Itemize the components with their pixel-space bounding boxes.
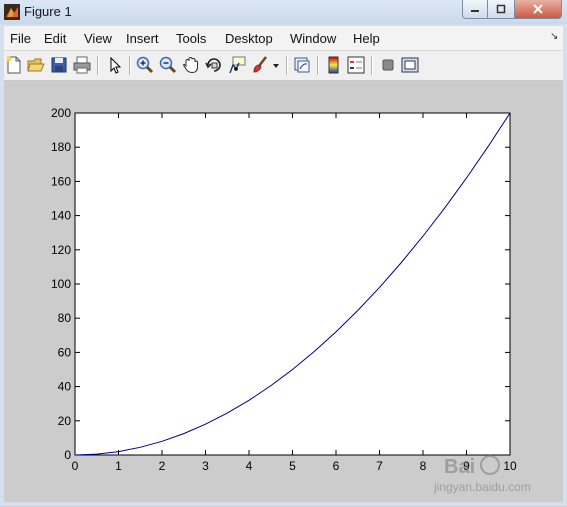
watermark-main: Bai [444,456,475,478]
y-tick-label: 20 [58,414,72,428]
menu-window[interactable]: Window [290,31,336,46]
menu-view[interactable]: View [84,31,112,46]
toolbar-separator [371,56,372,75]
hide-plot-tools-icon[interactable] [378,55,398,75]
x-tick-label: 6 [333,459,340,473]
menu-dock-arrow-icon[interactable]: ↘ [550,31,558,42]
paw-icon [480,455,500,475]
select-arrow-icon[interactable] [105,55,125,75]
figure-toolbar [4,51,563,81]
x-tick-label: 4 [246,459,253,473]
menu-bar: File Edit View Insert Tools Desktop Wind… [4,26,563,51]
menu-file[interactable]: File [10,31,31,46]
data-cursor-icon[interactable] [227,55,247,75]
print-icon[interactable] [72,55,92,75]
x-tick-label: 2 [159,459,166,473]
rotate-3d-icon[interactable] [204,55,224,75]
figure-window: Figure 1 File Edit View Insert Tools Des… [0,0,567,506]
colorbar-icon[interactable] [324,55,344,75]
show-plot-tools-icon[interactable] [400,55,420,75]
zoom-out-icon[interactable] [158,55,178,75]
minimize-icon [471,10,479,12]
y-tick-label: 40 [58,380,72,394]
pan-hand-icon[interactable] [181,55,201,75]
y-tick-label: 60 [58,345,72,359]
toolbar-separator [97,56,98,75]
toolbar-separator [317,56,318,75]
x-tick-label: 5 [289,459,296,473]
save-icon[interactable] [49,55,69,75]
maximize-icon [496,4,506,14]
y-tick-label: 200 [51,106,71,120]
y-tick-label: 160 [51,174,71,188]
menu-desktop[interactable]: Desktop [225,31,273,46]
menu-tools[interactable]: Tools [176,31,206,46]
window-title: Figure 1 [24,4,72,19]
close-icon [533,4,543,14]
link-plot-icon[interactable] [292,55,312,75]
x-tick-label: 1 [115,459,122,473]
y-tick-label: 100 [51,277,71,291]
brush-dropdown-icon[interactable] [271,55,281,75]
y-tick-label: 0 [64,448,71,462]
x-tick-label: 10 [503,459,517,473]
new-figure-icon[interactable] [4,55,24,75]
x-tick-label: 0 [72,459,79,473]
axes-box[interactable] [74,112,511,456]
menu-help[interactable]: Help [353,31,380,46]
x-tick-label: 8 [420,459,427,473]
plot-svg: 0 1 2 3 4 5 6 7 8 9 10020406080100120140160180200 … [51,106,531,494]
toolbar-separator [286,56,287,75]
x-tick-label: 7 [376,459,383,473]
legend-icon[interactable] [346,55,366,75]
close-button[interactable] [514,0,562,19]
menu-insert[interactable]: Insert [126,31,159,46]
watermark-sub: jingyan.baidu.com [433,480,531,494]
brush-icon[interactable] [250,55,270,75]
maximize-button[interactable] [487,0,515,19]
title-bar[interactable]: Figure 1 [0,0,567,24]
y-tick-label: 140 [51,209,71,223]
toolbar-separator [129,56,130,75]
minimize-button[interactable] [462,0,488,19]
open-file-icon[interactable] [26,55,46,75]
y-tick-label: 180 [51,140,71,154]
matlab-logo-icon [4,4,20,20]
figure-canvas: 0 1 2 3 4 5 6 7 8 9 10 0 20 40 60 80 100 120 140 160 180 200 … [4,81,563,502]
zoom-in-icon[interactable] [135,55,155,75]
x-tick-label: 3 [202,459,209,473]
y-tick-label: 120 [51,243,71,257]
y-tick-label: 80 [58,311,72,325]
menu-edit[interactable]: Edit [44,31,66,46]
